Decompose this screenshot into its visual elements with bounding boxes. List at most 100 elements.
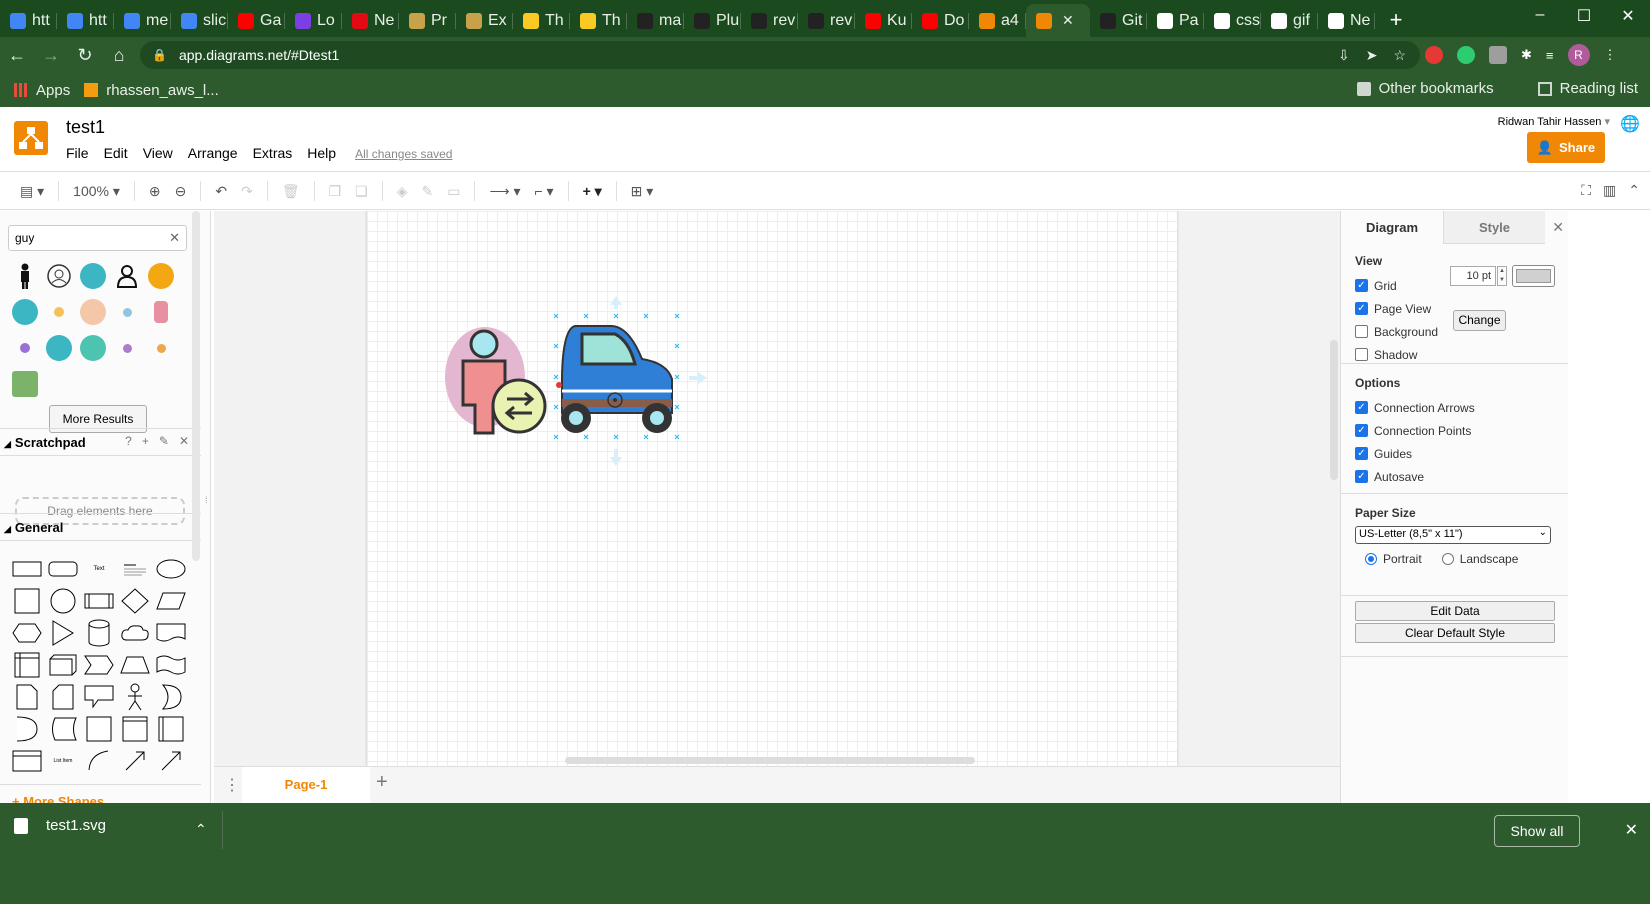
- zoom-out-icon[interactable]: ⊖: [175, 183, 187, 200]
- swimlane-shape[interactable]: [154, 713, 188, 745]
- browser-tab-16[interactable]: Do: [912, 4, 969, 37]
- process-shape[interactable]: [82, 585, 116, 617]
- browser-tab-after-1[interactable]: Pa: [1147, 4, 1204, 37]
- cylinder-shape[interactable]: [82, 617, 116, 649]
- rounded-rectangle-shape[interactable]: [46, 553, 80, 585]
- minimize-button[interactable]: –: [1518, 6, 1562, 26]
- browser-tab-0[interactable]: htt: [0, 4, 57, 37]
- extension-red-icon[interactable]: [1425, 46, 1443, 64]
- url-bar[interactable]: 🔒 app.diagrams.net/#Dtest1 ⇩ ➤ ☆: [140, 41, 1420, 69]
- cloud-shape[interactable]: [118, 617, 152, 649]
- horizontal-scrollbar[interactable]: [565, 757, 975, 764]
- save-status[interactable]: All changes saved: [355, 147, 452, 161]
- note-shape[interactable]: [10, 681, 44, 713]
- close-downloads-icon[interactable]: ✕: [1625, 820, 1638, 840]
- result-small-figure-3[interactable]: [8, 331, 42, 365]
- or-shape[interactable]: [154, 681, 188, 713]
- grid-color-swatch[interactable]: [1512, 265, 1555, 287]
- scratchpad-header[interactable]: ◢ Scratchpad ? + ✎ ✕: [0, 428, 201, 456]
- result-avatar-orange[interactable]: [144, 259, 178, 293]
- tape-shape[interactable]: [154, 649, 188, 681]
- extension-green-icon[interactable]: [1457, 46, 1475, 64]
- result-avatar-teal-4[interactable]: [76, 331, 110, 365]
- bookmark-star-icon[interactable]: ☆: [1393, 47, 1406, 64]
- result-person-silhouette[interactable]: [8, 259, 42, 293]
- user-name[interactable]: Ridwan Tahir Hassen ▾: [1498, 115, 1610, 128]
- pages-menu-icon[interactable]: ⋮: [224, 775, 240, 795]
- scratchpad-close-icon[interactable]: ✕: [179, 434, 189, 448]
- fill-color-icon[interactable]: ◈: [397, 183, 408, 200]
- browser-tab-17[interactable]: a4: [969, 4, 1026, 37]
- connection-points-checkbox[interactable]: ✓ Connection Points: [1355, 419, 1569, 442]
- home-button[interactable]: ⌂: [102, 45, 136, 66]
- browser-tab-15[interactable]: Ku: [855, 4, 912, 37]
- list-shape[interactable]: [10, 745, 44, 777]
- browser-menu-icon[interactable]: ⋮: [1604, 47, 1617, 63]
- send-icon[interactable]: ➤: [1366, 47, 1378, 64]
- undo-icon[interactable]: ↶: [215, 183, 227, 200]
- card-shape[interactable]: [46, 681, 80, 713]
- browser-tab-after-4[interactable]: Ne: [1318, 4, 1375, 37]
- page-tab[interactable]: Page-1: [242, 767, 370, 803]
- paper-size-select[interactable]: US-Letter (8,5" x 11") ⌄: [1355, 526, 1551, 544]
- redo-icon[interactable]: ↷: [241, 183, 253, 200]
- new-tab-button[interactable]: +: [1381, 7, 1411, 33]
- media-icon[interactable]: ≡: [1546, 48, 1554, 63]
- data-storage-shape[interactable]: [46, 713, 80, 745]
- connection-icon[interactable]: ⟶ ▾: [489, 183, 520, 200]
- forward-button[interactable]: →: [34, 45, 68, 66]
- result-small-figure[interactable]: [42, 295, 76, 329]
- autosave-checkbox[interactable]: ✓ Autosave: [1355, 465, 1569, 488]
- grid-size-input[interactable]: 10 pt: [1450, 266, 1496, 286]
- resize-handle[interactable]: [583, 313, 589, 319]
- menu-help[interactable]: Help: [307, 145, 336, 161]
- zoom-in-icon[interactable]: ⊕: [149, 183, 161, 200]
- close-tab-icon[interactable]: ✕: [1062, 12, 1074, 29]
- close-panel-icon[interactable]: ✕: [1552, 219, 1564, 236]
- clear-default-style-button[interactable]: Clear Default Style: [1355, 623, 1555, 643]
- browser-tab-14[interactable]: rev: [798, 4, 855, 37]
- line-color-icon[interactable]: ✎: [422, 183, 434, 200]
- list-item-shape[interactable]: List Item: [46, 745, 80, 777]
- bidirectional-arrow-shape[interactable]: [118, 745, 152, 777]
- resize-handle[interactable]: [553, 374, 559, 380]
- download-item[interactable]: test1.svg: [14, 817, 106, 834]
- browser-tab-after-3[interactable]: gif: [1261, 4, 1318, 37]
- circle-shape[interactable]: [46, 585, 80, 617]
- clear-search-icon[interactable]: ✕: [169, 230, 180, 246]
- vertical-scrollbar[interactable]: [1330, 340, 1338, 480]
- extension-gray-icon[interactable]: [1489, 46, 1507, 64]
- diamond-shape[interactable]: [118, 585, 152, 617]
- to-back-icon[interactable]: ❏: [355, 183, 368, 200]
- resize-handle[interactable]: [674, 434, 680, 440]
- result-small-figure-5[interactable]: [144, 331, 178, 365]
- shadow-icon[interactable]: ▭: [447, 183, 460, 200]
- browser-tab-6[interactable]: Ne: [342, 4, 399, 37]
- result-person-exchange[interactable]: [144, 295, 178, 329]
- result-small-figure-2[interactable]: [110, 295, 144, 329]
- triangle-shape[interactable]: [46, 617, 80, 649]
- tab-diagram[interactable]: Diagram: [1341, 211, 1443, 244]
- menu-edit[interactable]: Edit: [104, 145, 128, 161]
- result-avatar-teal[interactable]: [76, 259, 110, 293]
- browser-tab-13[interactable]: rev: [741, 4, 798, 37]
- back-button[interactable]: ←: [0, 45, 34, 66]
- landscape-radio[interactable]: [1441, 553, 1454, 565]
- browser-tab-12[interactable]: Plu: [684, 4, 741, 37]
- resize-handle[interactable]: [674, 374, 680, 380]
- container-shape[interactable]: [118, 713, 152, 745]
- sidebar-scrollbar[interactable]: [192, 211, 200, 561]
- extensions-puzzle-icon[interactable]: ✱: [1521, 47, 1532, 63]
- person-exchange-shape[interactable]: [445, 327, 547, 435]
- menu-view[interactable]: View: [143, 145, 173, 161]
- trapezoid-shape[interactable]: [118, 649, 152, 681]
- square-2-shape[interactable]: [82, 713, 116, 745]
- connection-arrows-checkbox[interactable]: ✓ Connection Arrows: [1355, 396, 1569, 419]
- bookmark-aws[interactable]: rhassen_aws_l...: [84, 82, 219, 99]
- guides-checkbox[interactable]: ✓ Guides: [1355, 442, 1569, 465]
- browser-tab-2[interactable]: me: [114, 4, 171, 37]
- add-page-icon[interactable]: +: [376, 771, 388, 794]
- document-shape[interactable]: [154, 617, 188, 649]
- portrait-radio[interactable]: [1365, 553, 1377, 565]
- format-panel-icon[interactable]: ▥: [1603, 182, 1616, 199]
